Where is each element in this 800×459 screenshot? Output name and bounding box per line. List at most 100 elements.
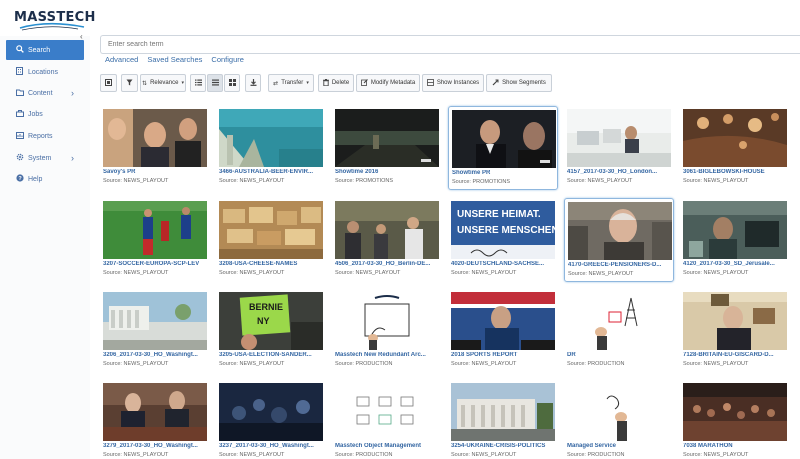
- result-title[interactable]: 4120_2017-03-30_SD_Jerusale...: [683, 261, 787, 267]
- result-title[interactable]: Showtime PR: [452, 170, 556, 176]
- thumbnail[interactable]: BERNIE NY: [219, 292, 323, 350]
- result-title[interactable]: 2018 SPORTS REPORT: [451, 352, 555, 358]
- saved-searches-link[interactable]: Saved Searches: [147, 55, 202, 64]
- result-title[interactable]: Masstech New Redundant Arc...: [335, 352, 439, 358]
- result-title[interactable]: 7128-BRITAIN-EU-GISCARD-D...: [683, 352, 787, 358]
- sidebar-item-search[interactable]: Search: [6, 40, 84, 60]
- advanced-search-link[interactable]: Advanced: [105, 55, 138, 64]
- sidebar-item-locations[interactable]: Locations: [6, 62, 84, 82]
- result-card[interactable]: 4170-GREECE-PENSIONERS-D... Source: NEWS…: [564, 198, 674, 282]
- result-title[interactable]: Savoy's PR: [103, 169, 207, 175]
- result-title[interactable]: 7038 MARATHON: [683, 443, 787, 449]
- result-title[interactable]: 3237_2017-03-30_HO_Washingt...: [219, 443, 323, 449]
- result-title[interactable]: 3207-SOCCER-EUROPA-SCP-LEV: [103, 261, 207, 267]
- result-card[interactable]: 4157_2017-03-30_HO_London... Source: NEW…: [564, 106, 674, 190]
- result-card[interactable]: 3061-BIGLEBOWSKI-HOUSE Source: NEWS_PLAY…: [680, 106, 790, 190]
- result-title[interactable]: 3208-USA-CHEESE-NAMES: [219, 261, 323, 267]
- result-title[interactable]: 3206_2017-03-30_HO_Washingt...: [103, 352, 207, 358]
- thumbnail[interactable]: [683, 109, 787, 167]
- result-card[interactable]: 2018 SPORTS REPORT Source: NEWS_PLAYOUT: [448, 289, 558, 373]
- grid-view-button[interactable]: [224, 74, 240, 92]
- thumbnail[interactable]: [103, 109, 207, 167]
- result-card[interactable]: 4506_2017-03-30_HO_Berlin-DE... Source: …: [332, 198, 442, 282]
- list-view-button[interactable]: [190, 74, 206, 92]
- thumbnail[interactable]: [335, 292, 439, 350]
- result-card[interactable]: Managed Service Source: PRODUCTION: [564, 380, 674, 459]
- result-card[interactable]: 3254-UKRAINE-CRISIS-POLITICS Source: NEW…: [448, 380, 558, 459]
- select-all-button[interactable]: [100, 74, 117, 92]
- result-card[interactable]: DR Source: PRODUCTION: [564, 289, 674, 373]
- result-source: Source: NEWS_PLAYOUT: [568, 271, 634, 277]
- result-card[interactable]: 3237_2017-03-30_HO_Washingt... Source: N…: [216, 380, 326, 459]
- modify-metadata-button[interactable]: Modify Metadata: [356, 74, 420, 92]
- thumbnail[interactable]: [103, 292, 207, 350]
- result-title[interactable]: 3254-UKRAINE-CRISIS-POLITICS: [451, 443, 555, 449]
- thumbnail[interactable]: [451, 292, 555, 350]
- thumbnail[interactable]: [219, 201, 323, 259]
- thumbnail[interactable]: [452, 110, 556, 168]
- result-title[interactable]: 4157_2017-03-30_HO_London...: [567, 169, 671, 175]
- thumbnail[interactable]: UNSERE HEIMAT. UNSERE MENSCHEN.: [451, 201, 555, 259]
- thumbnail[interactable]: [219, 109, 323, 167]
- thumbnail[interactable]: [683, 383, 787, 441]
- result-card[interactable]: Masstech New Redundant Arc... Source: PR…: [332, 289, 442, 373]
- thumbnail[interactable]: [335, 383, 439, 441]
- result-card[interactable]: 7128-BRITAIN-EU-GISCARD-D... Source: NEW…: [680, 289, 790, 373]
- result-title[interactable]: 4170-GREECE-PENSIONERS-D...: [568, 262, 672, 268]
- result-card[interactable]: 3206_2017-03-30_HO_Washingt... Source: N…: [100, 289, 210, 373]
- result-card[interactable]: Masstech Object Management Source: PRODU…: [332, 380, 442, 459]
- result-card[interactable]: BERNIE NY 3205-USA-ELECTION-SANDER... So…: [216, 289, 326, 373]
- show-segments-button[interactable]: Show Segments: [486, 74, 552, 92]
- result-title[interactable]: 4020-DEUTSCHLAND-SACHSE...: [451, 261, 555, 267]
- thumbnail[interactable]: [451, 383, 555, 441]
- thumbnail[interactable]: [567, 383, 671, 441]
- thumbnail[interactable]: [219, 383, 323, 441]
- search-input[interactable]: [100, 35, 800, 54]
- sidebar-item-content[interactable]: Content ›: [6, 83, 84, 103]
- thumbnail[interactable]: [335, 201, 439, 259]
- result-card[interactable]: 3466-AUSTRALIA-BEER-ENVIR... Source: NEW…: [216, 106, 326, 190]
- transfer-dropdown[interactable]: ⇄ Transfer ▾: [268, 74, 314, 92]
- delete-button[interactable]: Delete: [318, 74, 354, 92]
- sidebar-item-system[interactable]: System ›: [6, 148, 84, 168]
- detail-view-button[interactable]: [207, 74, 223, 92]
- result-title[interactable]: Managed Service: [567, 443, 671, 449]
- result-card[interactable]: 3208-USA-CHEESE-NAMES Source: NEWS_PLAYO…: [216, 198, 326, 282]
- sort-dropdown[interactable]: ⇅ Relevance ▾: [140, 74, 186, 92]
- show-instances-button[interactable]: Show Instances: [422, 74, 484, 92]
- thumbnail[interactable]: [103, 201, 207, 259]
- result-title[interactable]: 3466-AUSTRALIA-BEER-ENVIR...: [219, 169, 323, 175]
- result-title[interactable]: Masstech Object Management: [335, 443, 439, 449]
- list-icon: [194, 79, 202, 88]
- sidebar-item-reports[interactable]: Reports: [6, 126, 84, 146]
- thumbnail[interactable]: [568, 202, 672, 260]
- result-card[interactable]: UNSERE HEIMAT. UNSERE MENSCHEN. 4020-DEU…: [448, 198, 558, 282]
- result-title[interactable]: 3205-USA-ELECTION-SANDER...: [219, 352, 323, 358]
- result-card[interactable]: 3279_2017-03-30_HO_Washingt... Source: N…: [100, 380, 210, 459]
- thumbnail[interactable]: [683, 201, 787, 259]
- configure-link[interactable]: Configure: [211, 55, 244, 64]
- masstech-logo[interactable]: MASSTECH: [8, 4, 95, 32]
- result-source: Source: NEWS_PLAYOUT: [219, 270, 285, 276]
- result-card[interactable]: Savoy's PR Source: NEWS_PLAYOUT: [100, 106, 210, 190]
- thumbnail[interactable]: [683, 292, 787, 350]
- thumbnail[interactable]: [335, 109, 439, 167]
- result-title[interactable]: 3061-BIGLEBOWSKI-HOUSE: [683, 169, 787, 175]
- result-title[interactable]: DR: [567, 352, 671, 358]
- sidebar-item-help[interactable]: ? Help: [6, 169, 84, 189]
- export-button[interactable]: [245, 74, 261, 92]
- result-card[interactable]: 7038 MARATHON Source: NEWS_PLAYOUT: [680, 380, 790, 459]
- result-source: Source: NEWS_PLAYOUT: [683, 270, 749, 276]
- result-card[interactable]: Showtime PR Source: PROMOTIONS: [448, 106, 558, 190]
- filter-button[interactable]: [121, 74, 138, 92]
- thumbnail[interactable]: [103, 383, 207, 441]
- result-card[interactable]: 3207-SOCCER-EUROPA-SCP-LEV Source: NEWS_…: [100, 198, 210, 282]
- thumbnail[interactable]: [567, 109, 671, 167]
- result-card[interactable]: Showtime 2016 Source: PROMOTIONS: [332, 106, 442, 190]
- result-card[interactable]: 4120_2017-03-30_SD_Jerusale... Source: N…: [680, 198, 790, 282]
- sidebar-item-jobs[interactable]: Jobs: [6, 104, 84, 124]
- result-title[interactable]: 3279_2017-03-30_HO_Washingt...: [103, 443, 207, 449]
- result-title[interactable]: Showtime 2016: [335, 169, 439, 175]
- thumbnail[interactable]: [567, 292, 671, 350]
- result-title[interactable]: 4506_2017-03-30_HO_Berlin-DE...: [335, 261, 439, 267]
